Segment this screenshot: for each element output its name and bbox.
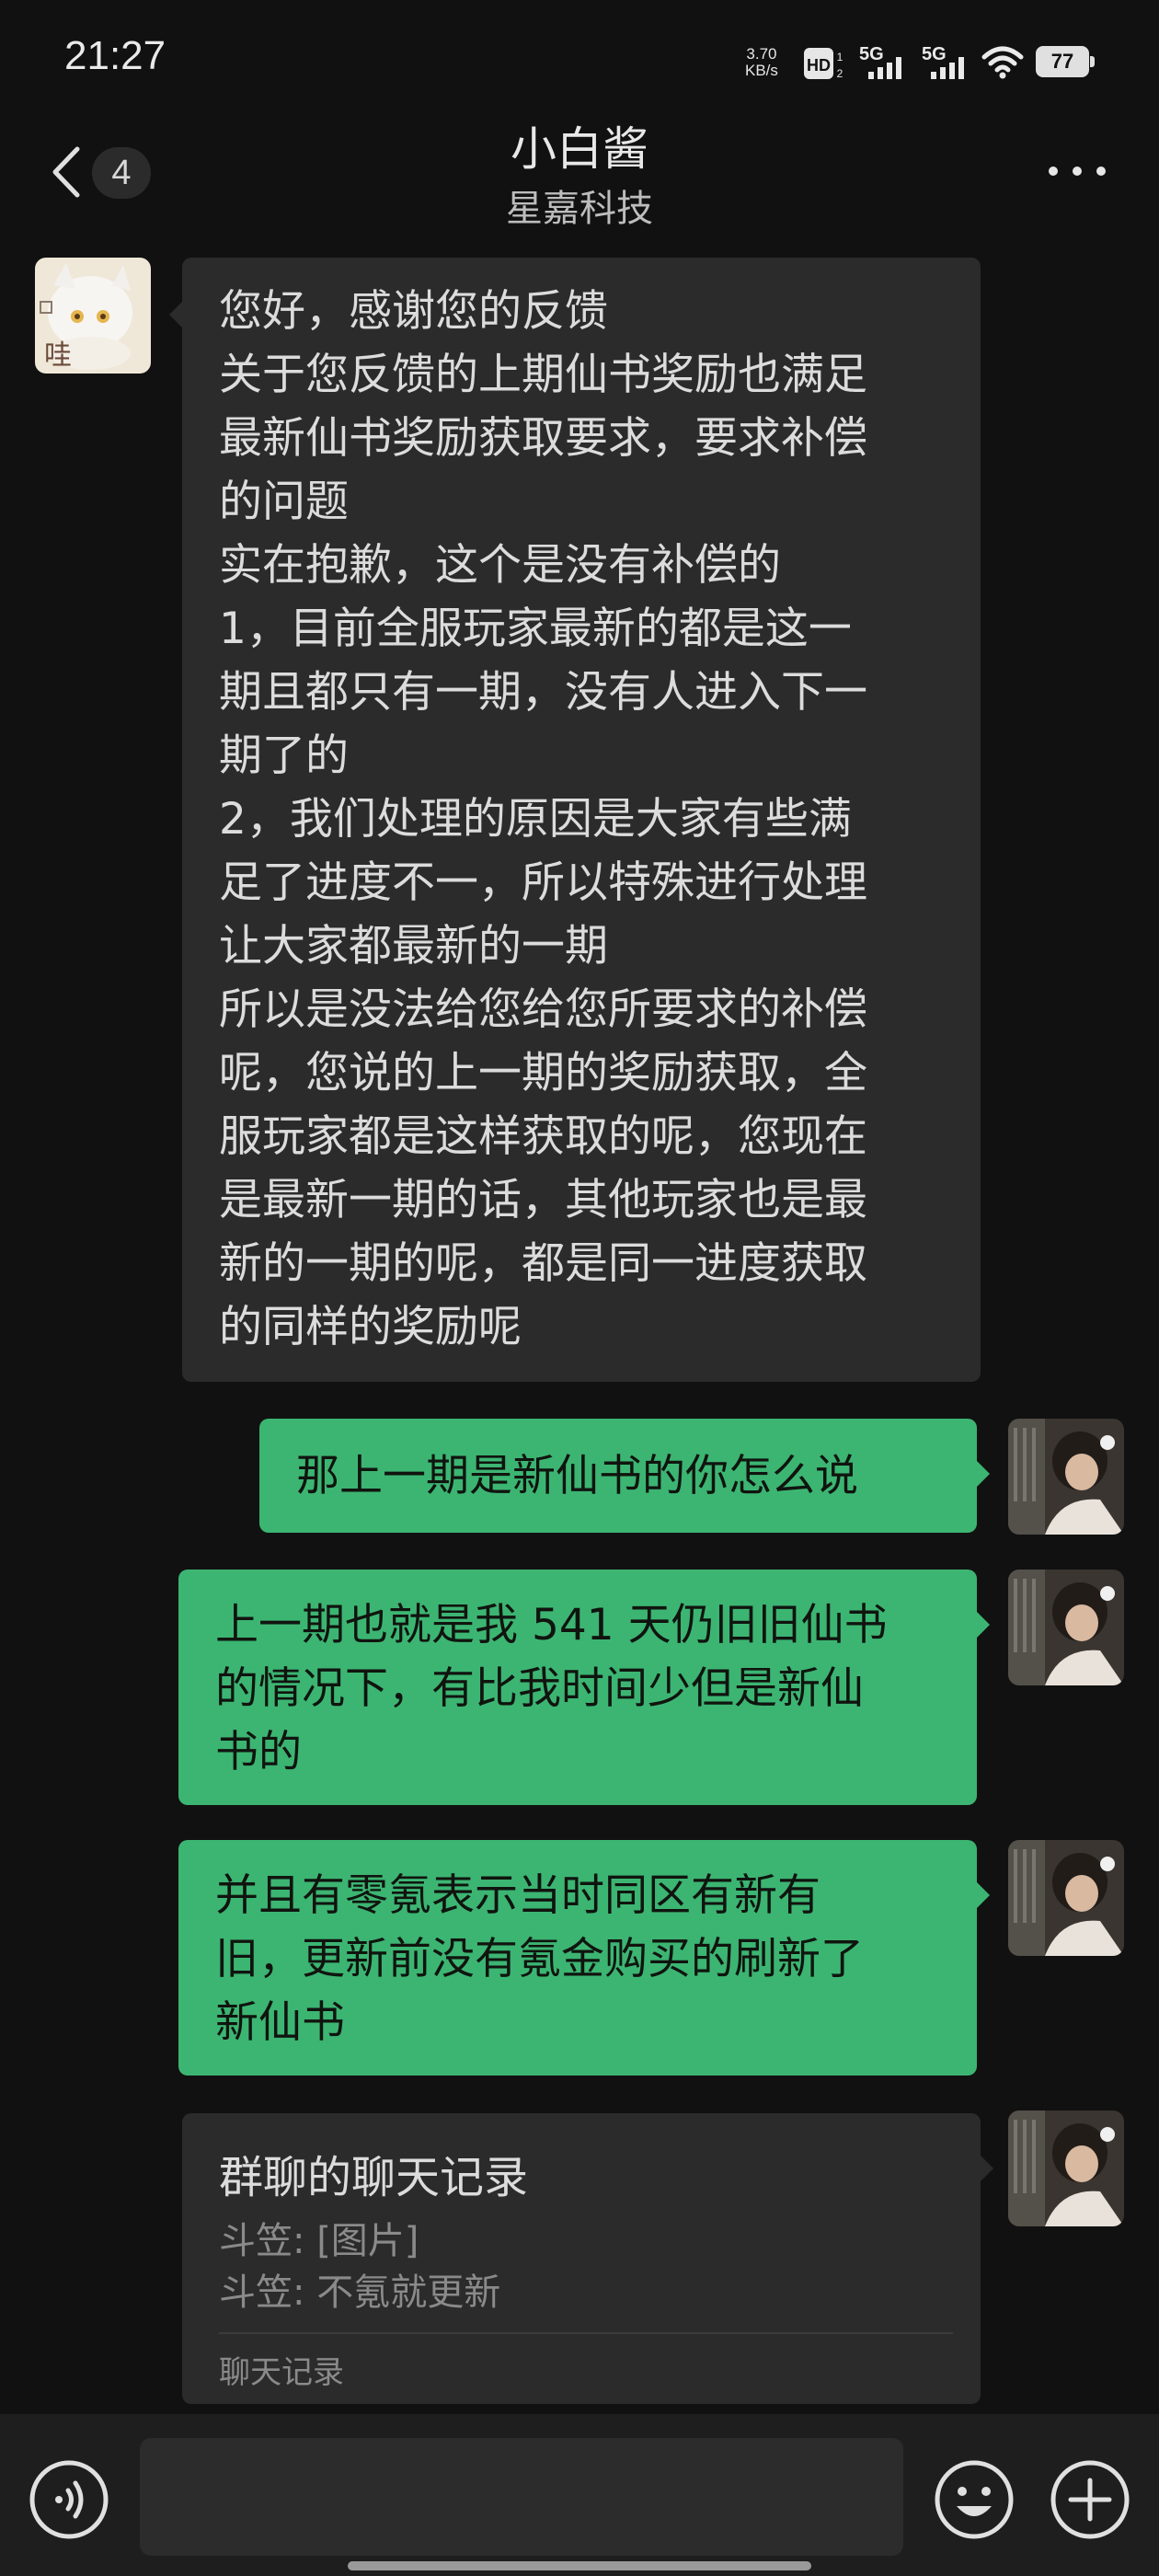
message-bubble-outgoing[interactable]: 那上一期是新仙书的你怎么说 — [259, 1419, 990, 1533]
chat-subtitle: 星嘉科技 — [506, 188, 653, 230]
network-speed: 3.70 KB/s — [745, 46, 778, 79]
emoji-icon — [935, 2460, 1014, 2539]
message-line: 新的一期的呢，都是同一进度获取 — [219, 1238, 867, 1289]
chat-record-line: 斗笠: [图片] — [219, 2220, 419, 2262]
message-line: 的情况下，有比我时间少但是新仙 — [215, 1663, 864, 1714]
message-line: 2，我们处理的原因是大家有些满 — [219, 794, 852, 845]
my-avatar[interactable] — [1008, 2110, 1124, 2226]
voice-button[interactable] — [28, 2458, 110, 2541]
back-button[interactable] — [46, 138, 92, 204]
message-line: 书的 — [215, 1727, 302, 1777]
add-button[interactable] — [1049, 2458, 1131, 2541]
status-time: 21:27 — [64, 33, 166, 78]
my-avatar[interactable] — [1008, 1570, 1124, 1685]
battery-icon: 77 — [1036, 46, 1095, 79]
wifi-icon — [981, 44, 1025, 79]
message-line: 的同样的奖励呢 — [219, 1302, 522, 1352]
more-button[interactable] — [1049, 158, 1106, 184]
network-speed-unit: KB/s — [745, 62, 778, 79]
signal-icon-sim2: 5G — [922, 44, 988, 81]
message-line: 1，目前全服玩家最新的都是这一 — [219, 604, 852, 654]
message-line: 那上一期是新仙书的你怎么说 — [296, 1451, 858, 1501]
signal-icon-sim1: 5G — [859, 44, 925, 81]
svg-text:2: 2 — [837, 67, 843, 79]
home-indicator[interactable] — [348, 2561, 811, 2570]
message-line: 所以是没法给您给您所要求的补偿 — [219, 984, 867, 1035]
message-input[interactable] — [140, 2438, 903, 2556]
message-line: 旧，更新前没有氪金购买的刷新了 — [215, 1934, 864, 1984]
message-line: 呢，您说的上一期的奖励获取，全 — [219, 1048, 867, 1098]
svg-text:哇: 哇 — [44, 339, 72, 372]
message-line: 关于您反馈的上期仙书奖励也满足 — [219, 350, 867, 400]
message-bubble-incoming[interactable]: 您好，感谢您的反馈 关于您反馈的上期仙书奖励也满足 最新仙书奖励获取要求，要求补… — [169, 258, 981, 1382]
contact-avatar[interactable]: 哇 — [35, 258, 151, 374]
divider — [219, 2332, 953, 2334]
input-bar — [0, 2414, 1159, 2576]
message-line: 实在抱歉，这个是没有补偿的 — [219, 540, 781, 591]
status-bar: 21:27 3.70 KB/s HD 1 2 5G 5G 77 — [0, 0, 1159, 120]
voice-icon — [29, 2460, 109, 2539]
hd-volte-icon: HD 1 2 — [804, 48, 846, 80]
message-bubble-outgoing[interactable]: 并且有零氪表示当时同区有新有 旧，更新前没有氪金购买的刷新了 新仙书 — [178, 1840, 990, 2076]
message-line: 上一期也就是我 541 天仍旧旧仙书 — [215, 1600, 888, 1650]
message-line: 足了进度不一，所以特殊进行处理 — [219, 857, 867, 908]
hd-label: HD — [807, 56, 831, 75]
chevron-left-icon — [52, 146, 80, 198]
message-line: 是最新一期的话，其他玩家也是最 — [219, 1175, 867, 1225]
message-line: 您好，感谢您的反馈 — [219, 286, 608, 337]
message-line: 服玩家都是这样获取的呢，您现在 — [219, 1111, 867, 1162]
my-avatar[interactable] — [1008, 1419, 1124, 1535]
chat-record-title: 群聊的聊天记录 — [219, 2152, 529, 2203]
message-line: 的问题 — [219, 477, 349, 527]
svg-text:1: 1 — [837, 51, 843, 63]
message-line: 并且有零氪表示当时同区有新有 — [215, 1870, 820, 1921]
message-line: 最新仙书奖励获取要求，要求补偿 — [219, 413, 867, 464]
chat-record-footer: 聊天记录 — [219, 2354, 344, 2391]
unread-count-badge[interactable]: 4 — [92, 147, 151, 199]
message-line: 让大家都最新的一期 — [219, 921, 608, 972]
plus-icon — [1050, 2460, 1130, 2539]
chat-record-line: 斗笠: 不氪就更新 — [219, 2271, 501, 2314]
message-line: 期且都只有一期，没有人进入下一 — [219, 667, 867, 718]
network-speed-value: 3.70 — [746, 45, 777, 63]
my-avatar[interactable] — [1008, 1840, 1124, 1956]
message-line: 新仙书 — [215, 1997, 345, 2048]
chat-record-card[interactable]: 群聊的聊天记录 斗笠: [图片] 斗笠: 不氪就更新 聊天记录 — [182, 2113, 993, 2404]
chat-title: 小白酱 — [511, 122, 648, 176]
message-bubble-outgoing[interactable]: 上一期也就是我 541 天仍旧旧仙书 的情况下，有比我时间少但是新仙 书的 — [178, 1570, 990, 1805]
message-line: 期了的 — [219, 730, 349, 781]
battery-level: 77 — [1050, 50, 1074, 73]
emoji-button[interactable] — [933, 2458, 1016, 2541]
